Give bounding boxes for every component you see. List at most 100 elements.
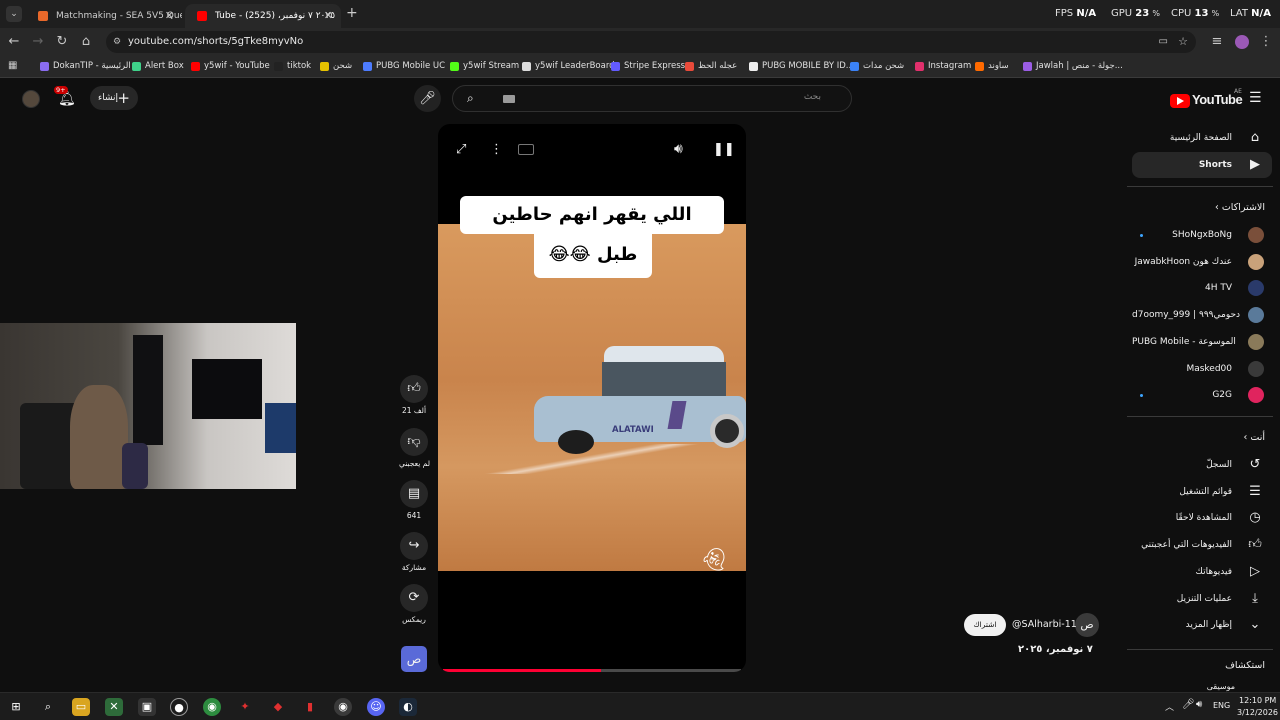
search-box[interactable]: ⌕ بحث — [452, 85, 852, 112]
bookmark-item[interactable]: Instagram — [915, 61, 971, 71]
volume-icon[interactable]: 🔊︎ — [674, 141, 683, 157]
bookmark-item[interactable]: Stripe Express — [611, 61, 685, 71]
captions-icon[interactable] — [518, 144, 534, 155]
bookmark-item[interactable]: PUBG Mobile UC — [363, 61, 445, 71]
hamburger-menu-icon[interactable]: ☰ — [1249, 90, 1262, 106]
bookmark-star-icon[interactable]: ☆ — [1178, 31, 1188, 53]
bookmark-item[interactable]: شحن مدات — [850, 61, 904, 71]
reload-icon[interactable]: ↻ — [54, 34, 70, 50]
subscriptions-header[interactable]: ‹ الاشتراكات — [1215, 202, 1265, 213]
new-tab-button[interactable]: + — [346, 5, 358, 21]
comments-action[interactable]: ▤ 641 — [399, 480, 429, 520]
apps-grid-icon[interactable]: ▦ — [8, 60, 17, 71]
cast-icon[interactable]: ▭ — [1159, 31, 1168, 53]
bookmark-item[interactable]: Jawlah | جولة - منص... — [1023, 61, 1123, 71]
subscription-item[interactable]: JawabkHoon عندك هون — [1132, 249, 1272, 275]
clock-time[interactable]: 12:10 PM — [1239, 696, 1276, 705]
sidebar-item-you[interactable]: السجلّ ↺ — [1132, 452, 1272, 478]
address-bar[interactable]: ⚙ youtube.com/shorts/5gTke8myvNo ▭ ☆ — [106, 31, 1196, 53]
profile-avatar[interactable] — [1235, 35, 1249, 49]
file-explorer-icon[interactable]: ▭ — [72, 698, 90, 716]
subscription-item[interactable]: PUBG Mobile - الموسوعة — [1132, 329, 1272, 355]
share-icon[interactable]: ↪ — [400, 532, 428, 560]
fullscreen-icon[interactable]: ⤢ — [456, 142, 466, 157]
game-app-icon[interactable]: ✦ — [236, 698, 254, 716]
bookmark-item[interactable]: Alert Box — [132, 61, 184, 71]
media-controls-icon[interactable]: ≡ — [1209, 34, 1225, 50]
red-app-icon[interactable]: ◆ — [269, 698, 287, 716]
discord-icon[interactable]: ☺ — [367, 698, 385, 716]
chrome-active-icon[interactable]: ◉ — [334, 698, 352, 716]
dislike-action[interactable]: 👎︎ لم يعجبني — [399, 428, 430, 468]
thumbs-down-icon[interactable]: 👎︎ — [400, 428, 428, 456]
windows-start-icon[interactable]: ⊞ — [7, 698, 25, 716]
sidebar-item-you[interactable]: قوائم التشغيل ☰ — [1132, 479, 1272, 505]
sidebar-item-you[interactable]: عمليات التنزيل ⤓ — [1132, 586, 1272, 612]
you-header[interactable]: ‹ أنت — [1244, 432, 1265, 443]
language-indicator[interactable]: ENG — [1213, 701, 1230, 710]
keyboard-icon[interactable] — [503, 95, 515, 103]
microphone-tray-icon[interactable]: 🎤︎ — [1182, 699, 1195, 710]
clock-date[interactable]: 3/12/2026 — [1237, 708, 1278, 717]
xbox-app-icon[interactable]: ✕ — [105, 698, 123, 716]
subscribe-button[interactable]: اشتراك — [964, 614, 1006, 636]
tab-youtube[interactable]: Tube - ٢٠٢٥ ٧ نوفمبر، (2525) ✕ — [185, 4, 341, 28]
bookmark-item[interactable]: y5wif LeaderBoard — [522, 61, 615, 71]
chrome-icon[interactable]: ◉ — [203, 698, 221, 716]
bookmark-item[interactable]: y5wif - YouTube — [191, 61, 270, 71]
bookmark-item[interactable]: y5wif Stream — [450, 61, 519, 71]
channel-avatar[interactable]: ص — [1075, 613, 1099, 637]
pause-icon[interactable]: ❚❚ — [713, 142, 735, 157]
subscription-item[interactable]: Masked00 — [1132, 356, 1272, 382]
subscription-item[interactable]: SHoNgxBoNg — [1132, 222, 1272, 248]
sidebar-item-shorts[interactable]: Shorts ▶ — [1132, 152, 1272, 178]
search-taskbar-icon[interactable]: ⌕ — [39, 698, 57, 716]
subscription-item[interactable]: 4H TV — [1132, 275, 1272, 301]
close-icon[interactable]: ✕ — [324, 4, 333, 28]
sidebar-item-you[interactable]: فيديوهاتك ▷ — [1132, 559, 1272, 585]
explore-header[interactable]: استكشاف — [1225, 660, 1265, 671]
sidebar-item-music[interactable]: موسيقى — [1207, 682, 1235, 691]
sidebar-item-home[interactable]: الصفحة الرئيسية ⌂ — [1132, 125, 1272, 151]
home-button-icon[interactable]: ⌂ — [78, 34, 94, 50]
subscription-item[interactable]: d7oomy_999 | دحومي٩٩٩ — [1132, 302, 1272, 328]
comment-icon[interactable]: ▤ — [400, 480, 428, 508]
more-options-icon[interactable]: ⋮ — [490, 142, 503, 157]
tab-matchmaking[interactable]: Matchmaking - SEA 5V5 Queue ✕ — [26, 4, 182, 28]
bookmark-item[interactable]: ساوند — [975, 61, 1009, 71]
tray-chevron-icon[interactable]: ︿ — [1165, 700, 1174, 713]
red-app-2-icon[interactable]: ▮ — [301, 698, 319, 716]
create-button[interactable]: إنشاء + — [90, 86, 138, 110]
remix-icon[interactable]: ⟳ — [400, 584, 428, 612]
bookmark-item[interactable]: tiktok — [274, 61, 311, 71]
bookmark-item[interactable]: عجله الحظ — [685, 61, 737, 71]
sidebar-item-you[interactable]: إظهار المزيد ⌄ — [1132, 612, 1272, 638]
steam-icon[interactable]: ◐ — [399, 698, 417, 716]
back-icon[interactable]: ← — [6, 34, 22, 50]
account-avatar[interactable] — [22, 90, 40, 108]
bookmark-item[interactable]: DokanTIP - الرئيسية — [40, 61, 131, 71]
sidebar-item-you[interactable]: المشاهدة لاحقًا ◷ — [1132, 505, 1272, 531]
share-action[interactable]: ↪ مشاركة — [399, 532, 429, 572]
app-icon[interactable]: ▣ — [138, 698, 156, 716]
forward-icon[interactable]: → — [30, 34, 46, 50]
subscription-item[interactable]: G2G — [1132, 382, 1272, 408]
bookmark-item[interactable]: شحن — [320, 61, 352, 71]
kebab-menu-icon[interactable]: ⋮ — [1258, 34, 1274, 50]
obs-icon[interactable]: ● — [170, 698, 188, 716]
remix-action[interactable]: ⟳ ريمكس — [399, 584, 429, 624]
sound-thumbnail[interactable]: ص — [401, 646, 427, 672]
volume-tray-icon[interactable]: 🔊︎ — [1196, 699, 1202, 710]
thumbs-up-icon[interactable]: 👍︎ — [400, 375, 428, 403]
voice-search-button[interactable]: 🎤︎ — [414, 85, 441, 112]
progress-track[interactable] — [443, 669, 741, 672]
close-icon[interactable]: ✕ — [165, 4, 174, 28]
like-action[interactable]: 👍︎ 21 ألف — [399, 375, 429, 415]
channel-handle[interactable]: @SAlharbi-11 — [1012, 619, 1077, 630]
notifications-button[interactable]: 🔔︎ 9+ — [54, 86, 80, 110]
shorts-player[interactable]: ALATAWI اللي يقهر انهم حاطين السواق طبل … — [438, 124, 746, 672]
tab-search-button[interactable]: ⌄ — [6, 6, 22, 22]
bookmark-item[interactable]: PUBG MOBILE BY ID... — [749, 61, 854, 71]
search-icon[interactable]: ⌕ — [467, 91, 474, 106]
youtube-logo[interactable]: YouTube AE — [1170, 88, 1243, 109]
